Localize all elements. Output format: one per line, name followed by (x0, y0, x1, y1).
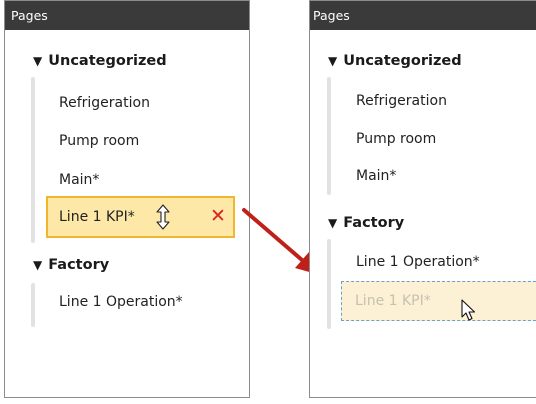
group-factory[interactable]: ▼ Factory (33, 257, 109, 273)
drop-placeholder-label: Line 1 KPI* (355, 293, 431, 309)
group-title-label: Uncategorized (48, 53, 167, 69)
group-indent-bar (327, 77, 331, 195)
page-item-main[interactable]: Main* (356, 168, 396, 184)
collapse-triangle-icon[interactable]: ▼ (33, 258, 42, 272)
page-item-label: Line 1 KPI* (59, 209, 135, 225)
vertical-resize-icon[interactable] (155, 204, 171, 234)
panel-header: Pages (310, 1, 536, 30)
collapse-triangle-icon[interactable]: ▼ (33, 54, 42, 68)
drop-placeholder[interactable]: Line 1 KPI* (341, 281, 536, 321)
panel-header: Pages (5, 1, 249, 30)
collapse-triangle-icon[interactable]: ▼ (328, 54, 337, 68)
group-factory[interactable]: ▼ Factory (328, 215, 404, 231)
page-item-line1-operation[interactable]: Line 1 Operation* (356, 254, 480, 270)
page-item-line1-kpi-dragging[interactable]: Line 1 KPI* ✕ (46, 196, 235, 238)
group-uncategorized[interactable]: ▼ Uncategorized (33, 53, 167, 69)
page-item-pump-room[interactable]: Pump room (356, 131, 436, 147)
pages-panel-after: Pages ▼ Uncategorized Refrigeration Pump … (309, 0, 536, 398)
page-item-pump-room[interactable]: Pump room (59, 133, 139, 149)
group-indent-bar (327, 239, 331, 329)
pointer-cursor-icon (461, 299, 477, 327)
pages-panel-before: Pages ▼ Uncategorized Refrigeration Pump … (4, 0, 250, 398)
page-item-refrigeration[interactable]: Refrigeration (59, 95, 150, 111)
collapse-triangle-icon[interactable]: ▼ (328, 216, 337, 230)
page-item-main[interactable]: Main* (59, 172, 99, 188)
page-item-line1-operation[interactable]: Line 1 Operation* (59, 294, 183, 310)
page-item-refrigeration[interactable]: Refrigeration (356, 93, 447, 109)
group-title-label: Factory (343, 215, 405, 231)
group-uncategorized[interactable]: ▼ Uncategorized (328, 53, 462, 69)
group-indent-bar (31, 283, 35, 327)
group-title-label: Factory (48, 257, 110, 273)
close-icon[interactable]: ✕ (210, 205, 226, 227)
group-indent-bar (31, 77, 35, 243)
group-title-label: Uncategorized (343, 53, 462, 69)
